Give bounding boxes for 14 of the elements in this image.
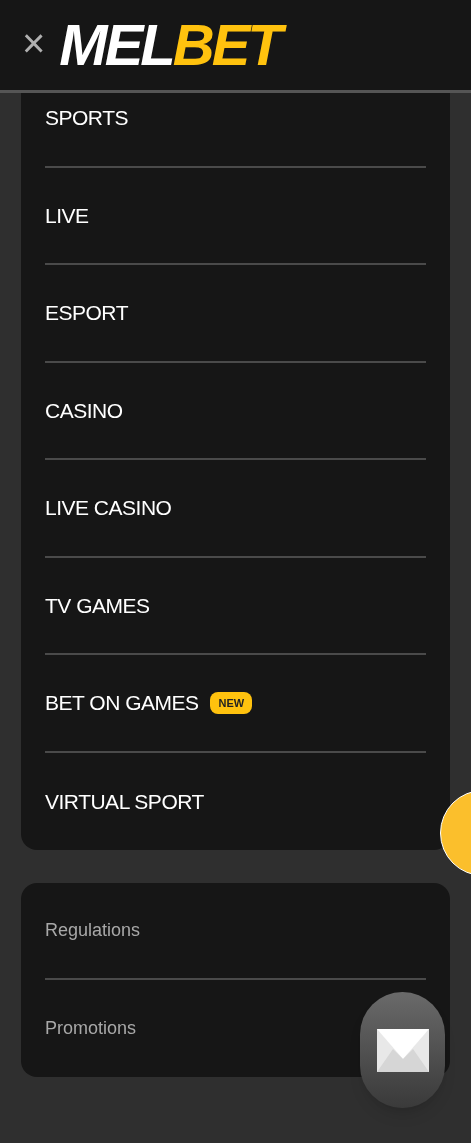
menu-item[interactable]: BET ON GAMES — [45, 687, 199, 719]
menu-item[interactable]: Promotions — [45, 1015, 137, 1042]
close-button[interactable]: × — [22, 23, 46, 67]
envelope-icon — [376, 1028, 429, 1072]
logo[interactable]: MELBET — [55, 10, 294, 80]
new-tag: NEW — [210, 691, 253, 714]
menu-item[interactable]: VIRTUAL SPORT — [45, 785, 204, 817]
menu-item[interactable]: ESPORT — [45, 297, 128, 329]
menu-item[interactable]: LIVE — [45, 199, 89, 231]
menu-item[interactable]: SPORTS — [45, 102, 128, 134]
menu-item[interactable]: TV GAMES — [45, 589, 150, 621]
menu-item[interactable]: LIVE CASINO — [45, 492, 172, 524]
menu-item[interactable]: Regulations — [45, 917, 141, 944]
menu-item[interactable]: CASINO — [45, 394, 123, 426]
